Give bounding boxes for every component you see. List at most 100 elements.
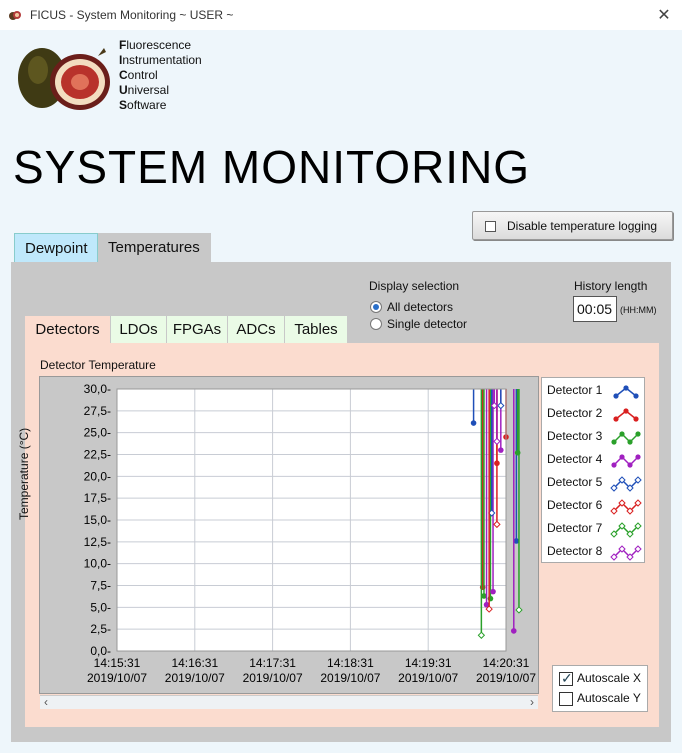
- legend-marker: [619, 454, 625, 460]
- legend-marker: [611, 439, 617, 445]
- legend-marker: [611, 462, 617, 468]
- legend-label: Detector 6: [547, 498, 603, 512]
- x-tick-label: 14:16:31: [171, 656, 218, 670]
- radio-all-detectors[interactable]: [370, 301, 382, 313]
- autoscale-y-label: Autoscale Y: [577, 691, 641, 705]
- autoscale-panel: Autoscale X Autoscale Y: [552, 665, 648, 712]
- legend-marker: [627, 462, 633, 468]
- x-tick-label: 14:18:31: [327, 656, 374, 670]
- chart-title: Detector Temperature: [40, 358, 156, 372]
- tab-fpgas[interactable]: FPGAs: [167, 316, 227, 344]
- data-point-detector-7: [515, 606, 523, 614]
- x-tick-label: 14:17:31: [249, 656, 296, 670]
- x-tick-label: 14:15:31: [94, 656, 141, 670]
- logging-button-label: Disable temperature logging: [507, 219, 658, 233]
- data-point-detector-1: [470, 420, 477, 426]
- legend-label: Detector 4: [547, 452, 603, 466]
- window-title: FICUS - System Monitoring ~ USER ~: [30, 8, 234, 22]
- autoscale-y-row[interactable]: Autoscale Y: [559, 691, 641, 706]
- y-tick-label: 15,0-: [84, 513, 111, 527]
- legend-marker: [623, 408, 629, 414]
- display-selection-label: Display selection: [369, 279, 460, 293]
- x-tick-date-label: 2019/10/07: [165, 671, 225, 685]
- x-tick-date-label: 2019/10/07: [87, 671, 147, 685]
- history-length-input[interactable]: 00:05: [573, 296, 617, 322]
- tab-detectors[interactable]: Detectors: [25, 316, 110, 344]
- acronym-line: Fluorescence: [119, 38, 192, 52]
- legend-marker: [627, 439, 633, 445]
- tab-tables[interactable]: Tables: [285, 316, 347, 344]
- close-icon[interactable]: ✕: [654, 5, 674, 25]
- data-point-detector-4: [498, 447, 504, 453]
- radio-label-all: All detectors: [387, 300, 454, 314]
- radio-single-detector[interactable]: [370, 318, 382, 330]
- y-tick-label: 7,5-: [90, 579, 111, 593]
- acronym-line: Universal: [119, 83, 170, 97]
- y-tick-label: 17,5-: [84, 491, 111, 505]
- autoscale-y-checkbox[interactable]: [559, 691, 573, 706]
- radio-label-single: Single detector: [387, 317, 468, 331]
- legend-marker: [613, 393, 619, 399]
- legend-line-swatch: [613, 455, 639, 467]
- legend-label: Detector 1: [547, 383, 603, 397]
- y-tick-label: 22,5-: [84, 448, 111, 462]
- tab-temperatures[interactable]: Temperatures: [98, 233, 211, 263]
- data-point-detector-4: [490, 588, 496, 595]
- tab-dewpoint[interactable]: Dewpoint: [14, 233, 98, 263]
- chart-frame: 30,0- 27,5- 25,0- 22,5- 20,0- 17,5- 15,0- 12,5-…: [39, 376, 539, 694]
- legend-marker: [623, 385, 629, 391]
- legend-label: Detector 7: [547, 521, 603, 535]
- acronym-line: Software: [119, 98, 167, 112]
- legend-label: Detector 3: [547, 429, 603, 443]
- legend-line-swatch: [613, 478, 639, 490]
- legend-line-swatch: [613, 501, 639, 513]
- x-tick-date-label: 2019/10/07: [243, 671, 303, 685]
- y-tick-label: 20,0-: [84, 469, 111, 483]
- history-unit-label: (HH:MM): [620, 305, 657, 315]
- y-tick-label: 25,0-: [84, 426, 111, 440]
- legend-marker: [619, 431, 625, 437]
- tab-ldos[interactable]: LDOs: [111, 316, 166, 344]
- y-tick-label: 2,5-: [90, 622, 111, 636]
- y-axis-label: Temperature (°C): [17, 427, 31, 520]
- tab-adcs[interactable]: ADCs: [228, 316, 284, 344]
- data-point-detector-4: [510, 628, 517, 634]
- legend-label: Detector 5: [547, 475, 603, 489]
- acronym-line: Control: [119, 68, 158, 82]
- chart-legend: Detector 1 Detector 2 Detector 3 Detector 4…: [541, 377, 645, 563]
- page-title: SYSTEM MONITORING: [13, 141, 531, 193]
- legend-label: Detector 8: [547, 544, 603, 558]
- chart-horizontal-scrollbar[interactable]: ‹ ›: [40, 695, 538, 709]
- scroll-left-icon[interactable]: ‹: [44, 695, 48, 709]
- x-tick-date-label: 2019/10/07: [320, 671, 380, 685]
- autoscale-x-checkbox[interactable]: [559, 670, 573, 687]
- legend-marker: [635, 431, 641, 437]
- history-length-label: History length: [574, 279, 648, 293]
- detector-temperature-chart[interactable]: 30,0- 27,5- 25,0- 22,5- 20,0- 17,5- 15,0- 12,5-…: [40, 377, 540, 695]
- legend-line-swatch: [613, 524, 639, 536]
- y-tick-label: 30,0-: [84, 382, 111, 396]
- legend-line-swatch: [613, 547, 639, 559]
- x-tick-label: 14:20:31: [483, 656, 530, 670]
- title-bar: FICUS - System Monitoring ~ USER ~ ✕: [0, 0, 682, 30]
- logging-checkbox[interactable]: [485, 221, 496, 232]
- legend-label: Detector 2: [547, 406, 603, 420]
- legend-marker: [633, 393, 639, 399]
- y-tick-label: 5,0-: [90, 600, 111, 614]
- disable-logging-button[interactable]: Disable temperature logging: [472, 211, 673, 240]
- acronym-line: Instrumentation: [119, 53, 202, 67]
- fig-app-icon: [9, 11, 21, 20]
- x-tick-date-label: 2019/10/07: [398, 671, 458, 685]
- legend-marker: [613, 416, 619, 422]
- autoscale-x-label: Autoscale X: [577, 671, 642, 685]
- ficus-logo: [18, 48, 110, 110]
- y-tick-label: 10,0-: [84, 557, 111, 571]
- legend-marker: [633, 416, 639, 422]
- autoscale-x-row[interactable]: Autoscale X: [559, 670, 642, 687]
- acronym-block: Fluorescence Instrumentation Control Uni…: [119, 38, 202, 113]
- legend-swatches: Detector 1 Detector 2 Detector 3 Detector 4…: [547, 383, 642, 561]
- legend-marker: [635, 454, 641, 460]
- x-tick-label: 14:19:31: [405, 656, 452, 670]
- y-tick-label: 27,5-: [84, 404, 111, 418]
- scroll-right-icon[interactable]: ›: [530, 695, 534, 709]
